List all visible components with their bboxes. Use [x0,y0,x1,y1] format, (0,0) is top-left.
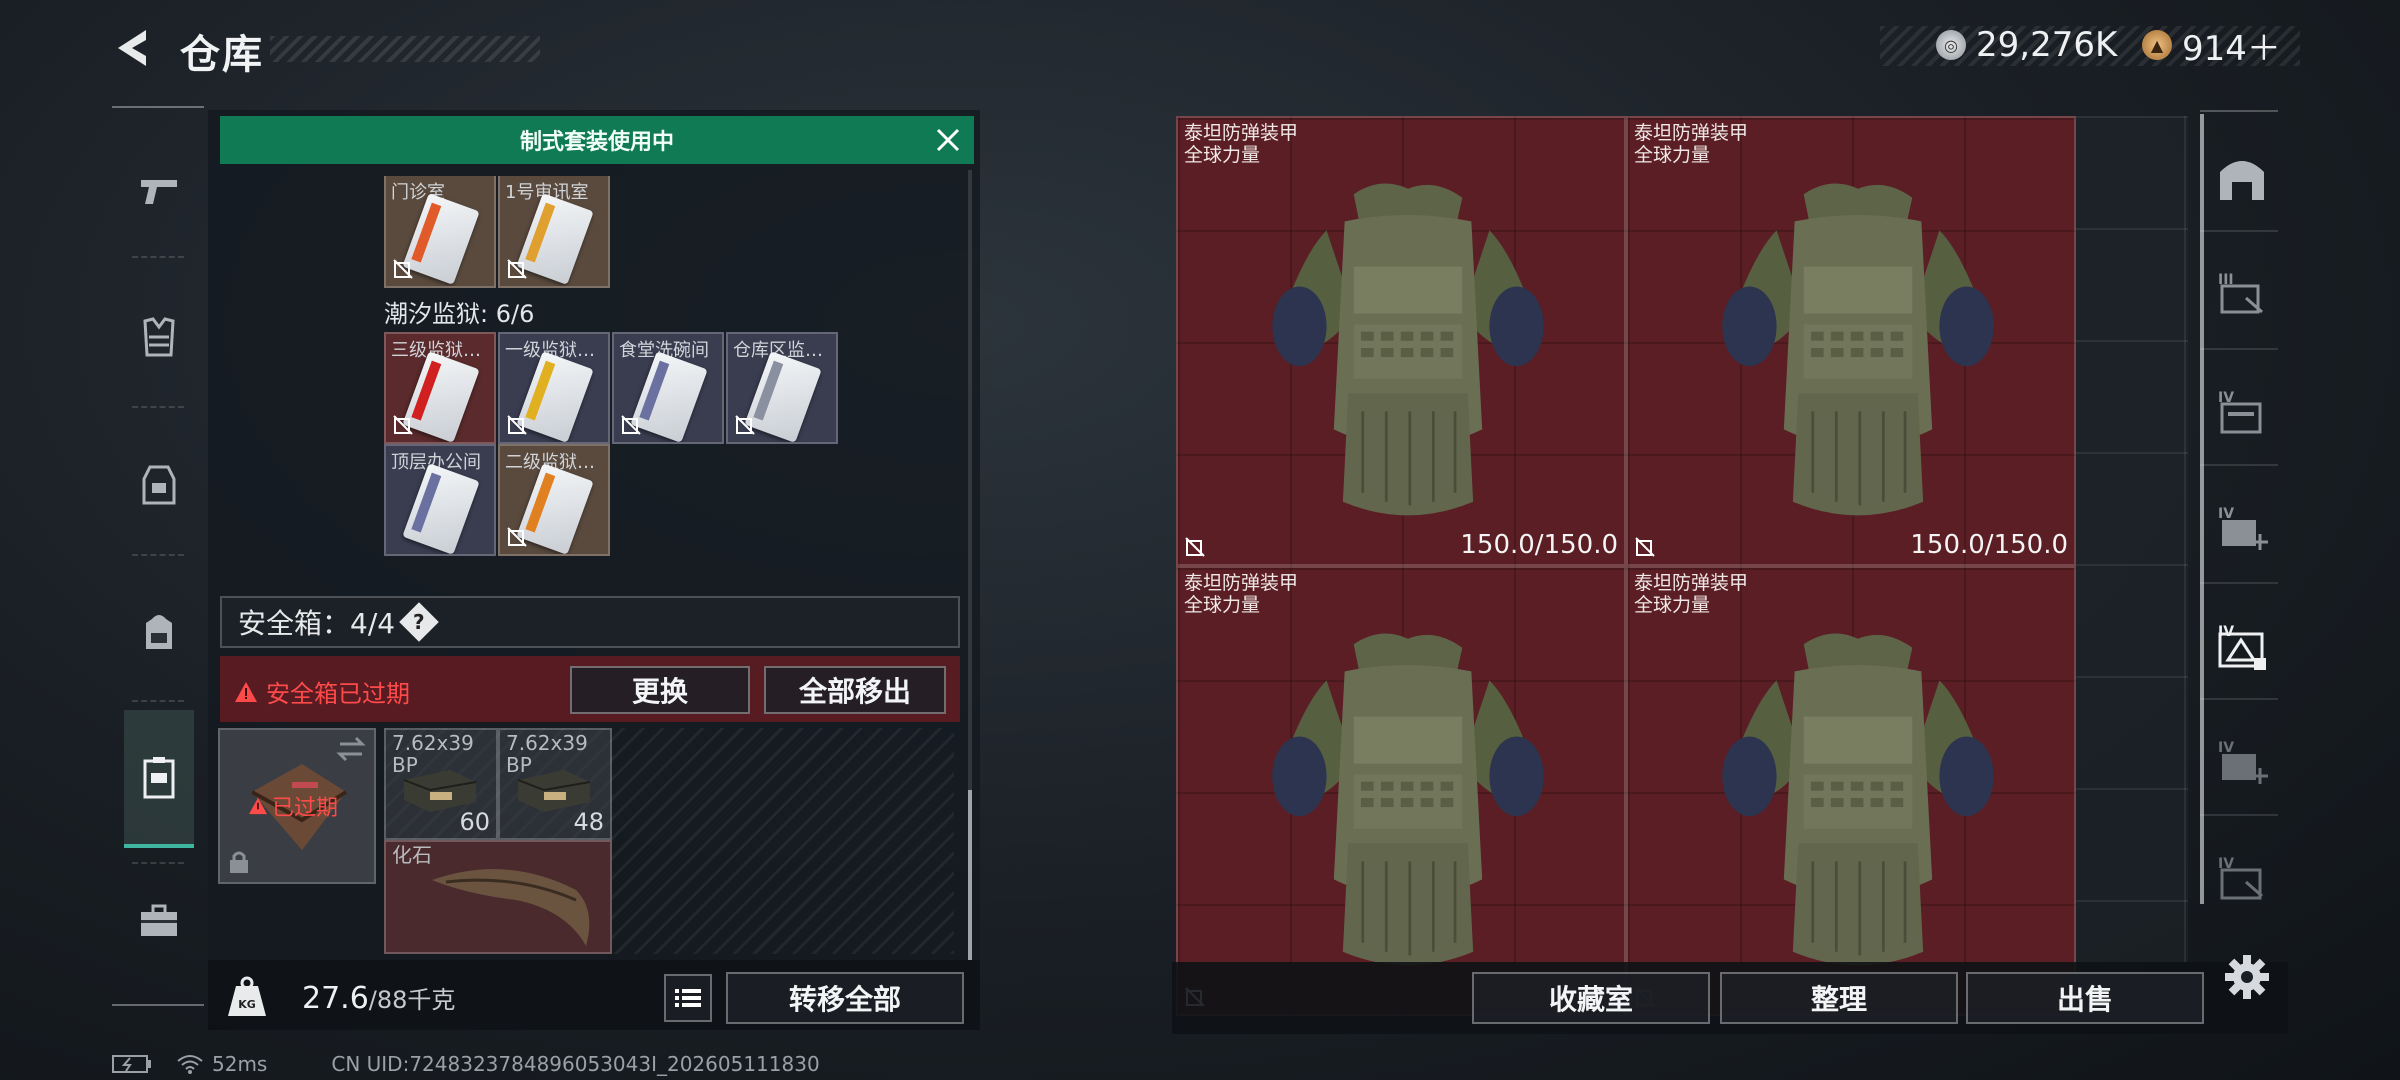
weight-icon: KG [224,976,270,1018]
key-item[interactable]: 三级监狱… [384,332,496,444]
armor-image [1272,633,1544,966]
fossil-icon [432,869,590,946]
gold-currency[interactable]: ▲ 914＋ [2142,24,2281,69]
key-item[interactable]: 门诊室 [384,176,496,288]
wifi-icon [177,1055,203,1074]
key-item[interactable]: 食堂洗碗间 [612,332,724,444]
gear-icon[interactable] [2224,954,2270,1000]
armor-durability: 150.0/150.0 [1910,530,2068,560]
armor-image [1272,183,1544,516]
chest-rig-icon [142,465,176,505]
list-view-button[interactable] [664,974,712,1022]
battery-icon [112,1055,151,1073]
help-icon[interactable]: ? [399,602,439,642]
category-nav [112,106,204,1006]
tier-4-medkit-icon-2[interactable]: IV [2216,736,2268,788]
svg-text:IV: IV [2218,740,2234,756]
swap-icon[interactable] [336,736,366,762]
key-item[interactable]: 二级监狱… [498,444,610,556]
ammo-item[interactable]: 7.62x39 BP 48 [498,728,612,840]
replace-button[interactable]: 更换 [570,666,750,714]
hideout-icon[interactable] [2216,152,2268,204]
armor-image [1722,183,1994,516]
nav-safe-case[interactable] [124,710,194,848]
remove-all-button[interactable]: 全部移出 [764,666,946,714]
safe-case-icon [143,757,175,799]
close-icon[interactable] [932,124,964,156]
ammo-item[interactable]: 7.62x39 BP 60 [384,728,498,840]
banner-text: 制式套装使用中 [519,130,674,155]
armor-image [1722,633,1994,966]
tier-4-medkit-icon[interactable]: IV [2216,502,2268,554]
vest-icon [143,317,175,357]
expired-label: 已过期 [248,790,338,822]
gold-amount: 914＋ [2182,28,2281,69]
no-insurance-icon [393,259,413,279]
nav-backpack[interactable] [124,596,194,666]
transfer-all-button[interactable]: 转移全部 [726,972,964,1024]
sell-button[interactable]: 出售 [1966,972,2204,1024]
fossil-item[interactable]: 化石 [384,840,612,954]
ammo-box-icon [403,770,477,812]
warning-icon [249,797,267,815]
no-insurance-icon [507,415,527,435]
kit-in-use-banner: 制式套装使用中 [220,116,974,164]
title-decoration [270,36,540,62]
no-insurance-icon [507,527,527,547]
nav-armor[interactable] [124,302,194,372]
svg-text:KG: KG [238,998,256,1011]
key-item[interactable]: 1号审讯室 [498,176,610,288]
svg-text:IV: IV [2218,506,2234,522]
container-rail: III IV IV IV IV IV [2200,110,2278,970]
weight-readout: 27.6/88千克 [302,981,456,1016]
no-insurance-icon [1635,537,1655,557]
armor-item[interactable]: 泰坦防弹装甲 全球力量 [1626,566,2076,1016]
backpack-icon [146,615,172,649]
tier-4-case-icon-2[interactable]: IV [2216,852,2268,904]
armor-durability: 150.0/150.0 [1460,530,1618,560]
no-insurance-icon [621,415,641,435]
key-item[interactable]: 仓库区监… [726,332,838,444]
organize-button[interactable]: 整理 [1720,972,1958,1024]
rail-scrollbar[interactable] [2200,114,2204,904]
ammo-box-icon [517,770,591,812]
tier-4-case-icon[interactable]: IV [2216,386,2268,438]
briefcase-icon [141,904,177,936]
scrollbar-thumb[interactable] [968,790,972,960]
expired-warning: 安全箱已过期 [234,674,410,709]
silver-coin-icon: ◎ [1936,30,1966,60]
page-title: 仓库 [180,32,264,78]
safe-case-slot[interactable]: 已过期 [218,728,376,884]
silver-currency[interactable]: ◎ 29,276K [1936,24,2117,66]
key-item[interactable]: 一级监狱… [498,332,610,444]
nav-weapons[interactable] [124,156,194,226]
warning-icon [235,681,257,702]
key-item[interactable]: 顶层办公间 [384,444,496,556]
silver-amount: 29,276K [1976,25,2118,65]
status-bar: 52ms CN UID:7248323784896053043I_2026051… [112,1052,820,1076]
gold-coin-icon: ▲ [2142,30,2172,60]
no-insurance-icon [393,415,413,435]
safe-box-header: 安全箱：4/4 ? [220,596,960,648]
pistol-icon [141,180,177,204]
no-insurance-icon [1185,537,1205,557]
lock-icon [230,851,248,873]
no-insurance-icon [507,259,527,279]
tier-4-safe-icon[interactable]: IV [2216,620,2268,672]
nav-tools[interactable] [124,886,194,956]
back-arrow-icon[interactable] [112,26,152,70]
user-uid: CN UID:7248323784896053043I_202605111830 [331,1052,820,1076]
no-insurance-icon [735,415,755,435]
armor-item[interactable]: 泰坦防弹装甲 全球力量 [1176,566,1626,1016]
ping: 52ms [212,1052,268,1076]
collection-room-button[interactable]: 收藏室 [1472,972,1710,1024]
nav-chest-rig[interactable] [124,450,194,520]
safe-box-label: 安全箱：4/4 [238,607,396,640]
key-group-label: 潮汐监狱: 6/6 [384,300,535,328]
tier-3-case-icon[interactable]: III [2216,268,2268,320]
armor-item[interactable]: 泰坦防弹装甲 全球力量 150.0/150.0 [1176,116,1626,566]
key-card-icon [402,463,480,554]
armor-item[interactable]: 泰坦防弹装甲 全球力量 150.0/150.0 [1626,116,2076,566]
list-icon [675,989,701,1007]
